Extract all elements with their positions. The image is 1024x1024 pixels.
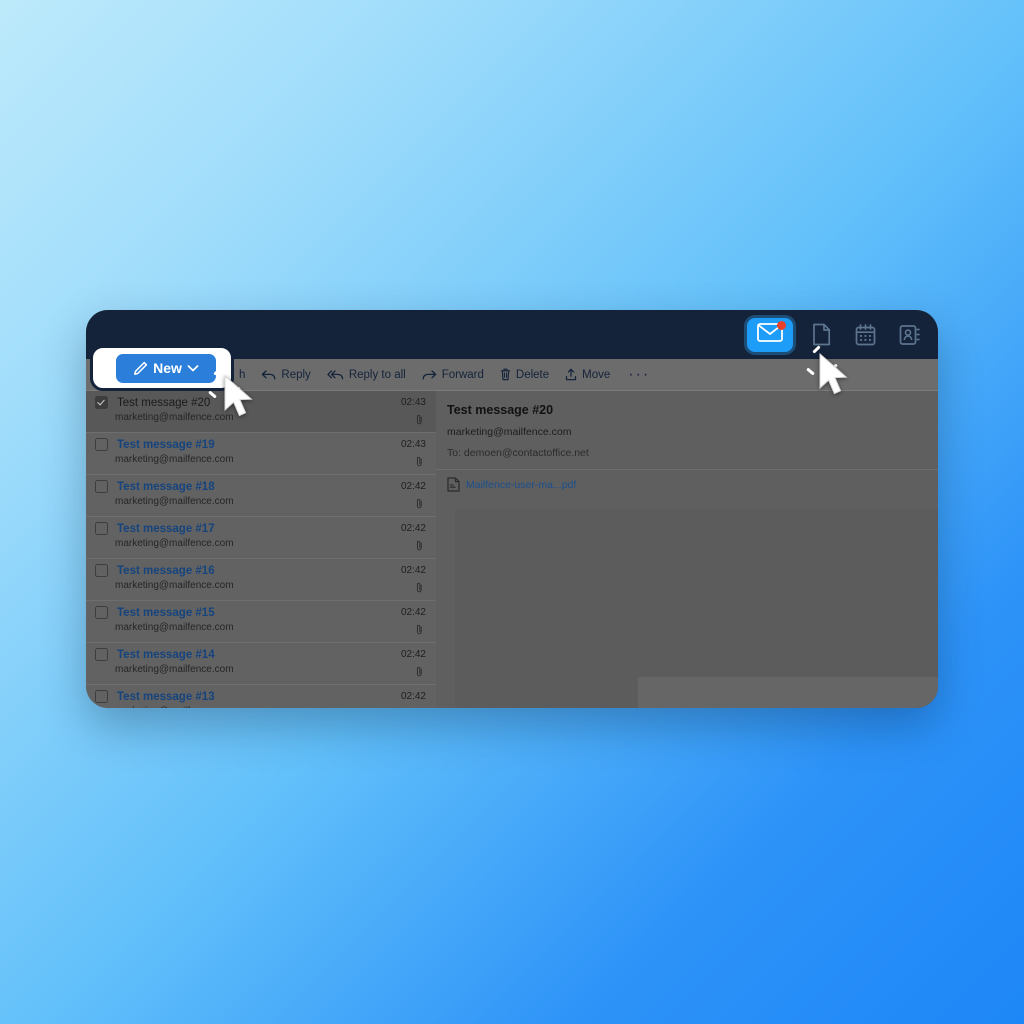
message-subject: Test message #20	[117, 396, 211, 409]
message-sender: marketing@mailfence.com	[115, 454, 234, 465]
attachment-paperclip-icon	[416, 582, 423, 593]
message-subject: Test message #17	[117, 522, 215, 535]
table-row[interactable]: Test message #20 marketing@mailfence.com…	[86, 391, 436, 433]
message-sender: marketing@mailfence.com	[115, 538, 234, 549]
table-row[interactable]: Test message #13 marketing@mailfence.com…	[86, 685, 436, 708]
attachment-file-name[interactable]: Mailfence-user-ma...pdf	[466, 479, 576, 491]
forward-icon	[422, 369, 437, 381]
message-sender: marketing@mailfence.com	[115, 412, 234, 423]
toolbar-reply-all-label: Reply to all	[348, 368, 406, 381]
toolbar-forward-button[interactable]: Forward	[422, 369, 484, 381]
reply-icon	[261, 369, 276, 381]
message-sender: marketing@mailfence.com	[115, 496, 234, 507]
toolbar-refresh-label: h	[239, 368, 246, 381]
table-row[interactable]: Test message #16 marketing@mailfence.com…	[86, 559, 436, 601]
toolbar-reply-button[interactable]: Reply	[261, 368, 311, 381]
message-subject: Test message #18	[117, 480, 215, 493]
message-sender: marketing@mailfence.com	[115, 664, 234, 675]
message-subject: Test message #16	[117, 564, 215, 577]
message-to-address: To: demoen@contactoffice.net	[447, 447, 589, 459]
new-button[interactable]: New	[116, 353, 216, 383]
message-checkbox[interactable]	[95, 648, 108, 661]
reading-pane-header: Test message #20 marketing@mailfence.com…	[436, 391, 938, 459]
message-checkbox[interactable]	[95, 438, 108, 451]
nav-item-mail[interactable]	[744, 314, 796, 355]
reading-pane: Test message #20 marketing@mailfence.com…	[436, 391, 938, 708]
table-row[interactable]: Test message #19 marketing@mailfence.com…	[86, 433, 436, 475]
message-subject: Test message #15	[117, 606, 215, 619]
attachment-bar[interactable]: Mailfence-user-ma...pdf	[436, 469, 938, 499]
message-body: We believe online privacy matters. Priva…	[638, 677, 938, 708]
attachment-paperclip-icon	[416, 456, 423, 467]
message-from-address: marketing@mailfence.com	[447, 426, 572, 438]
move-icon	[565, 368, 577, 381]
message-time: 02:42	[400, 565, 426, 576]
document-icon	[812, 323, 831, 346]
message-time: 02:42	[400, 523, 426, 534]
new-button-highlight: New	[90, 345, 234, 391]
toolbar-delete-label: Delete	[515, 368, 550, 381]
message-time: 02:42	[400, 649, 426, 660]
notification-badge-dot	[777, 320, 786, 330]
toolbar-reply-label: Reply	[281, 368, 311, 381]
table-row[interactable]: Test message #15 marketing@mailfence.com…	[86, 601, 436, 643]
new-button-label: New	[153, 360, 182, 376]
toolbar-forward-label: Forward	[441, 368, 484, 381]
table-row[interactable]: Test message #18 marketing@mailfence.com…	[86, 475, 436, 517]
toolbar-move-label: Move	[582, 368, 611, 381]
pdf-file-icon	[447, 477, 460, 492]
message-subject: Test message #19	[117, 438, 215, 451]
message-sender: marketing@mailfence.com	[115, 706, 427, 708]
nav-item-contacts[interactable]	[890, 318, 928, 352]
message-checkbox[interactable]	[95, 480, 108, 493]
attachment-paperclip-icon	[416, 498, 423, 509]
message-list[interactable]: Test message #20 marketing@mailfence.com…	[86, 391, 436, 708]
message-checkbox[interactable]	[95, 606, 108, 619]
calendar-icon	[855, 323, 876, 346]
attachment-paperclip-icon	[416, 666, 423, 677]
message-time: 02:43	[400, 439, 426, 450]
contacts-icon	[899, 324, 920, 346]
table-row[interactable]: Test message #17 marketing@mailfence.com…	[86, 517, 436, 559]
message-sender: marketing@mailfence.com	[115, 622, 234, 633]
message-checkbox[interactable]	[95, 690, 108, 703]
attachment-paperclip-icon	[416, 414, 423, 425]
toolbar-move-button[interactable]: Move	[565, 368, 610, 381]
table-row[interactable]: Test message #14 marketing@mailfence.com…	[86, 643, 436, 685]
trash-icon	[500, 368, 511, 381]
toolbar-delete-button[interactable]: Delete	[500, 368, 549, 381]
message-subject: Test message #13	[117, 690, 215, 703]
message-subject: Test message #14	[117, 648, 215, 661]
message-time: 02:42	[400, 607, 426, 618]
message-time: 02:42	[400, 481, 426, 492]
attachment-paperclip-icon	[416, 540, 423, 551]
nav-item-calendar[interactable]	[846, 318, 884, 352]
message-time: 02:42	[400, 691, 426, 702]
pencil-icon	[133, 361, 148, 376]
chevron-down-icon[interactable]	[187, 364, 199, 373]
page-title: Test message #20	[447, 403, 554, 417]
message-checkbox[interactable]	[95, 522, 108, 535]
toolbar-more-button[interactable]: ···	[628, 366, 650, 382]
message-checkbox[interactable]	[95, 396, 108, 409]
attachment-paperclip-icon	[416, 624, 423, 635]
nav-item-documents[interactable]	[802, 318, 840, 352]
message-sender: marketing@mailfence.com	[115, 580, 234, 591]
message-time: 02:43	[400, 397, 426, 408]
reply-all-icon	[327, 369, 344, 381]
message-body-frame: We believe online privacy matters. Priva…	[455, 509, 938, 708]
message-checkbox[interactable]	[95, 564, 108, 577]
toolbar-reply-all-button[interactable]: Reply to all	[327, 369, 406, 381]
